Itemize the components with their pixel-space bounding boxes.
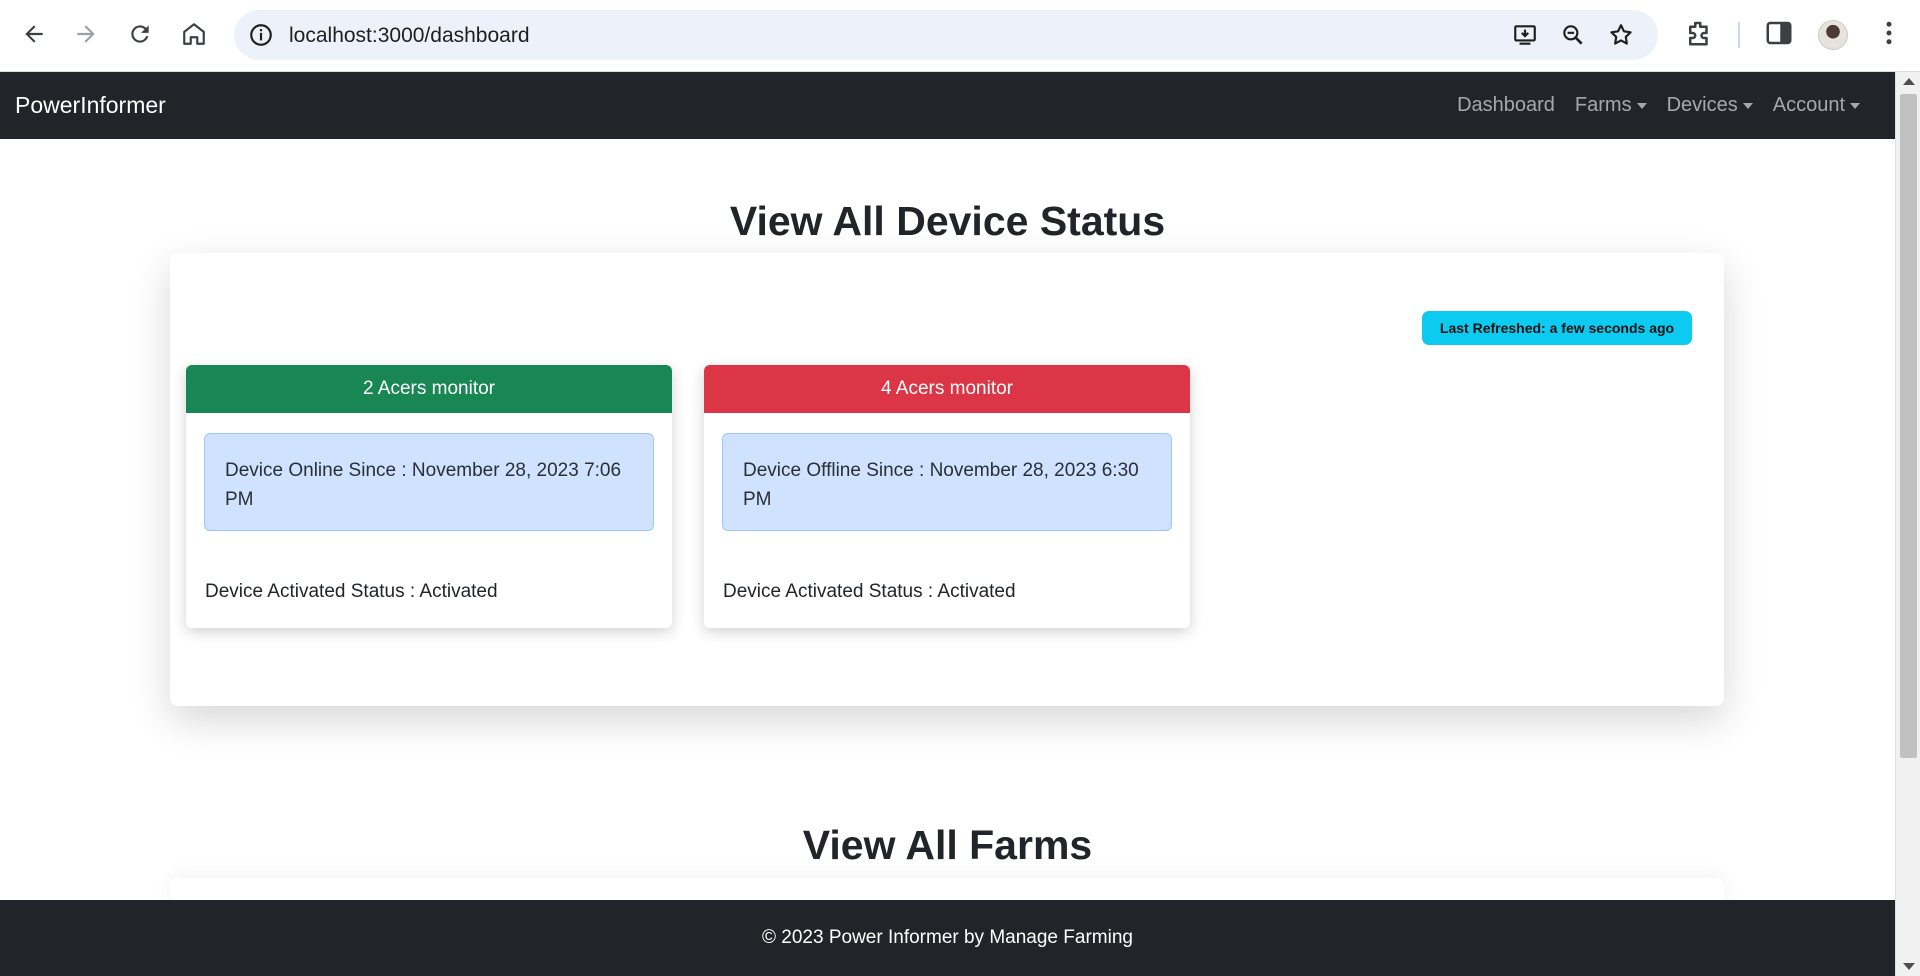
forward-arrow-icon[interactable] (66, 14, 106, 54)
last-refreshed-badge: Last Refreshed: a few seconds ago (1422, 311, 1692, 345)
url-text[interactable]: localhost:3000/dashboard (289, 24, 530, 48)
device-online-since-alert: Device Online Since : November 28, 2023 … (204, 433, 654, 531)
reload-icon[interactable] (120, 14, 160, 54)
nav-dashboard-label: Dashboard (1457, 94, 1555, 116)
device-status-title: View All Device Status (729, 198, 1166, 244)
extensions-icon[interactable] (1684, 18, 1714, 48)
scroll-up-arrow-icon[interactable] (1903, 78, 1915, 85)
nav-account-dropdown[interactable]: Account (1763, 94, 1870, 117)
device-offline-since-alert: Device Offline Since : November 28, 2023… (722, 433, 1172, 531)
caret-down-icon (1850, 102, 1860, 109)
side-panel-icon[interactable] (1764, 18, 1794, 48)
scrollbar-thumb[interactable] (1900, 94, 1917, 758)
page-footer: © 2023 Power Informer by Manage Farming (0, 900, 1895, 976)
device-activated-status: Device Activated Status : Activated (205, 581, 498, 602)
device-card-header: 2 Acers monitor (186, 365, 672, 413)
footer-copyright: © 2023 Power Informer by Manage Farming (762, 927, 1133, 948)
device-card-header: 4 Acers monitor (704, 365, 1190, 413)
bookmark-star-icon[interactable] (1608, 22, 1634, 48)
profile-avatar[interactable] (1818, 20, 1848, 50)
caret-down-icon (1742, 102, 1753, 109)
device-activated-status: Device Activated Status : Activated (723, 581, 1016, 602)
nav-links: Dashboard Farms Devices Account (1447, 94, 1870, 117)
device-status-panel: Last Refreshed: a few seconds ago 2 Acer… (170, 253, 1724, 706)
nav-devices-label: Devices (1666, 94, 1738, 116)
device-card: 4 Acers monitor Device Offline Since : N… (704, 365, 1190, 628)
caret-down-icon (1636, 102, 1647, 109)
menu-kebab-icon[interactable] (1874, 18, 1904, 48)
app-navbar: PowerInformer Dashboard Farms Devices Ac… (0, 72, 1895, 139)
zoom-icon[interactable] (1560, 22, 1586, 48)
nav-dashboard-link[interactable]: Dashboard (1447, 94, 1565, 117)
install-icon[interactable] (1512, 22, 1538, 48)
home-icon[interactable] (174, 14, 214, 54)
farms-title: View All Farms (802, 822, 1093, 868)
device-card: 2 Acers monitor Device Online Since : No… (186, 365, 672, 628)
page-scrollbar[interactable] (1895, 72, 1920, 976)
nav-account-label: Account (1772, 94, 1845, 116)
toolbar-divider (1738, 22, 1740, 48)
brand-logo-text[interactable]: PowerInformer (15, 92, 166, 119)
nav-farms-label: Farms (1574, 94, 1632, 116)
nav-farms-dropdown[interactable]: Farms (1565, 94, 1657, 117)
address-bar[interactable]: localhost:3000/dashboard (234, 10, 1658, 60)
nav-devices-dropdown[interactable]: Devices (1657, 94, 1763, 117)
info-icon[interactable] (248, 22, 274, 48)
browser-toolbar: localhost:3000/dashboard (0, 0, 1920, 72)
back-arrow-icon[interactable] (14, 14, 54, 54)
scroll-down-arrow-icon[interactable] (1903, 963, 1915, 970)
